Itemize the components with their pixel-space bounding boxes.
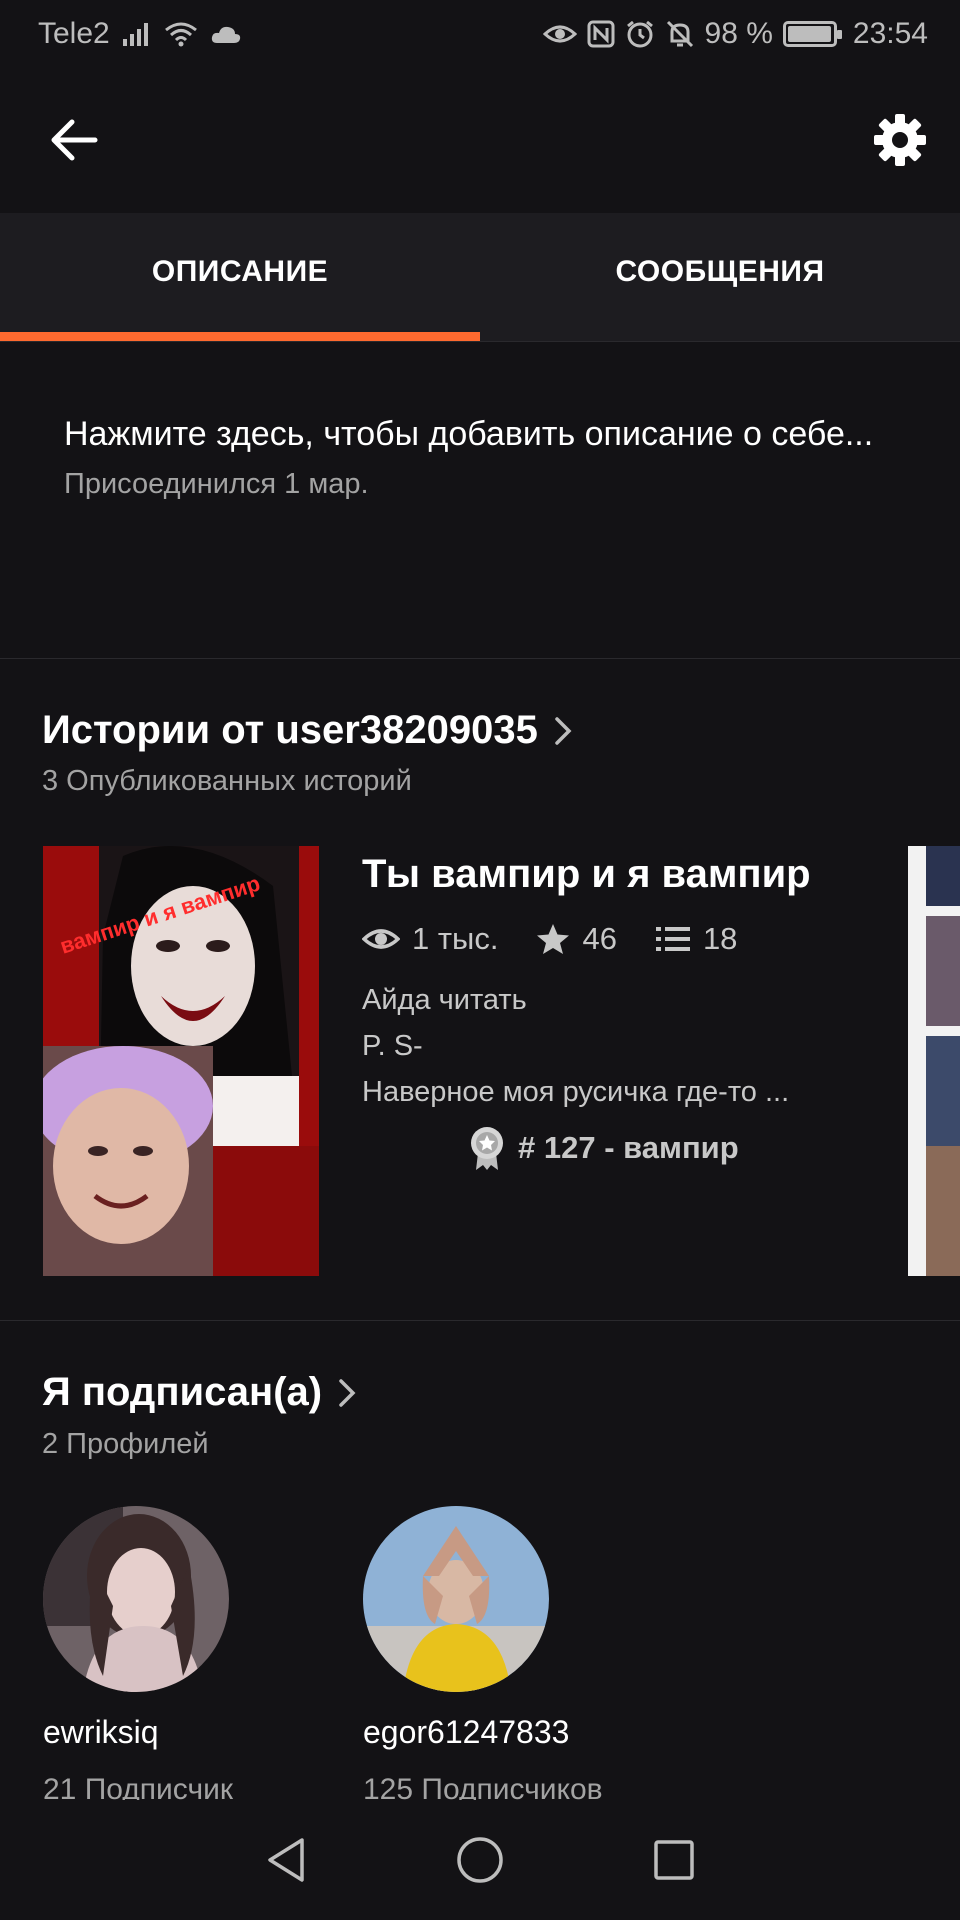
story-description-line: Айда читать [362, 984, 527, 1016]
following-header[interactable]: Я подписан(а) [42, 1370, 356, 1415]
reads-count: 1 тыс. [412, 921, 499, 956]
rank-text: # 127 - вампир [518, 1130, 739, 1165]
stories-title: Истории от user38209035 [42, 708, 538, 752]
eye-icon [362, 929, 400, 949]
avatar[interactable] [43, 1506, 229, 1692]
signal-icon [122, 23, 148, 46]
nav-home-button[interactable] [448, 1828, 512, 1892]
clock: 23:54 [852, 17, 928, 50]
story-card[interactable]: Ты вампир и я вампир 1 тыс. 46 18 Айда ч… [362, 846, 862, 1171]
votes-count: 46 [582, 921, 617, 956]
battery-icon [782, 21, 842, 47]
circle-home-icon [457, 1837, 503, 1883]
next-story-cover-art [908, 846, 960, 1276]
status-left: Tele2 [38, 17, 242, 51]
tabs-divider [0, 341, 960, 342]
square-recents-icon [654, 1840, 694, 1880]
tab-messages-label: СООБЩЕНИЯ [615, 255, 825, 288]
gear-icon [874, 114, 926, 166]
stories-count: 3 Опубликованных историй [42, 765, 412, 797]
section-divider [0, 658, 960, 659]
parts-stat: 18 [655, 921, 737, 957]
settings-button[interactable] [868, 108, 932, 172]
tab-messages[interactable]: СООБЩЕНИЯ [480, 213, 960, 341]
alarm-icon [626, 20, 653, 48]
following-count: 2 Профилей [42, 1428, 209, 1460]
arrow-left-icon [51, 119, 98, 161]
chevron-right-icon [339, 1378, 356, 1407]
votes-stat: 46 [536, 921, 617, 957]
cloud-icon [211, 26, 240, 43]
star-icon [537, 924, 570, 954]
list-icon [655, 927, 690, 951]
tab-description-label: ОПИСАНИЕ [151, 255, 329, 288]
profile-card[interactable]: egor61247833 125 Подписчиков [363, 1506, 663, 1807]
story-description: Айда читать P. S- Наверное моя русичка г… [362, 977, 862, 1115]
status-bar: Tele2 98 % 23:54 [0, 0, 960, 68]
battery-percent: 98 % [704, 17, 773, 50]
story-stats: 1 тыс. 46 18 [362, 921, 862, 957]
triangle-back-icon [268, 1838, 304, 1882]
wifi-icon [164, 22, 197, 47]
nav-recents-button[interactable] [642, 1828, 706, 1892]
chevron-right-icon [555, 716, 572, 745]
add-description-prompt[interactable]: Нажмите здесь, чтобы добавить описание о… [64, 408, 904, 460]
avatar-image [43, 1506, 229, 1692]
section-divider [0, 1320, 960, 1321]
nfc-icon [587, 20, 615, 48]
back-button[interactable] [44, 110, 104, 170]
system-nav-bar [0, 1800, 960, 1920]
profile-name[interactable]: egor61247833 [363, 1714, 663, 1751]
avatar[interactable] [363, 1506, 549, 1692]
reads-stat: 1 тыс. [362, 921, 498, 957]
mute-icon [666, 20, 693, 48]
profile-screen: Tele2 98 % 23:54 ОПИСАНИЕ СООБЩЕНИЯ Нажм… [0, 0, 960, 1920]
eye-icon [542, 25, 577, 43]
battery-fill [787, 26, 831, 42]
status-right: 98 % 23:54 [542, 17, 928, 51]
profile-name[interactable]: ewriksiq [43, 1714, 343, 1751]
top-bar [0, 68, 960, 213]
active-tab-indicator [0, 332, 480, 341]
tab-bar: ОПИСАНИЕ СООБЩЕНИЯ [0, 213, 960, 341]
next-story-cover[interactable] [908, 846, 960, 1276]
stories-header[interactable]: Истории от user38209035 [42, 708, 572, 753]
about-section: Нажмите здесь, чтобы добавить описание о… [64, 408, 904, 501]
following-title: Я подписан(а) [42, 1370, 323, 1414]
story-description-line: P. S- [362, 1030, 423, 1062]
ribbon-badge-icon [471, 1127, 503, 1170]
story-rank[interactable]: # 127 - вампир [468, 1125, 862, 1171]
story-cover[interactable]: вампир и я вампир [43, 846, 319, 1276]
tab-description[interactable]: ОПИСАНИЕ [0, 213, 480, 341]
joined-date: Присоединился 1 мар. [64, 468, 369, 500]
profile-card[interactable]: ewriksiq 21 Подписчик [43, 1506, 343, 1807]
carrier-label: Tele2 [38, 17, 110, 50]
nav-back-button[interactable] [254, 1828, 318, 1892]
parts-count: 18 [702, 921, 738, 956]
avatar-image [363, 1506, 549, 1692]
story-cover-art: вампир и я вампир [43, 846, 319, 1276]
story-title[interactable]: Ты вампир и я вампир [362, 852, 862, 897]
story-description-line: Наверное моя русичка где-то ... [362, 1076, 790, 1108]
